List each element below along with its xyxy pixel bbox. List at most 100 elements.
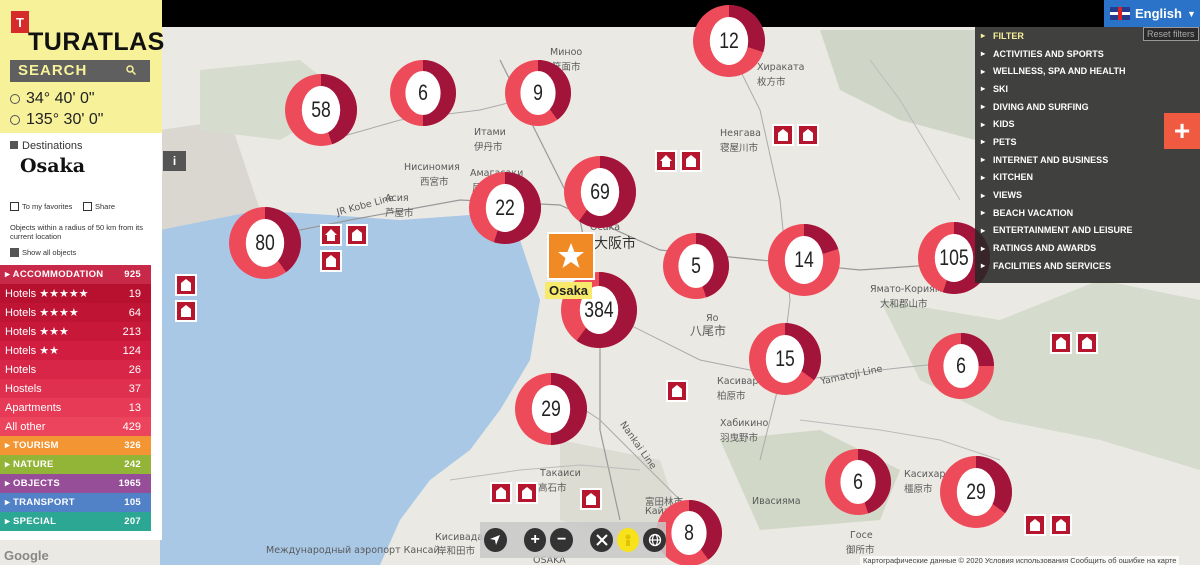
hotel-marker[interactable]	[490, 482, 512, 504]
cluster-marker[interactable]: 80	[229, 207, 301, 279]
category-item[interactable]: Hotels ★★★ 213	[0, 322, 151, 341]
cluster-marker[interactable]: 9	[505, 60, 571, 126]
zoom-out-button[interactable]: −	[550, 528, 573, 552]
cluster-marker[interactable]: 29	[515, 373, 587, 445]
hotel-marker[interactable]	[680, 150, 702, 172]
logo-badge[interactable]: T	[11, 11, 29, 33]
cluster-marker[interactable]: 15	[749, 323, 821, 395]
cluster-marker[interactable]: 14	[768, 224, 840, 296]
map-label: 芦屋市	[385, 208, 414, 219]
street-view-button[interactable]	[616, 528, 640, 552]
filter-item[interactable]: ▸ ENTERTAINMENT AND LEISURE	[975, 222, 1200, 240]
radius-text[interactable]: Objects within a radius of 50 km from it…	[10, 223, 155, 241]
star-icon	[558, 243, 584, 268]
checkbox-icon	[10, 248, 19, 257]
cluster-marker[interactable]: 58	[285, 74, 357, 146]
zoom-in-button[interactable]: +	[523, 528, 547, 552]
hotel-marker[interactable]	[346, 224, 368, 246]
cluster-marker[interactable]: 6	[928, 333, 994, 399]
map-label: 大阪市	[594, 236, 636, 252]
city-label[interactable]: Osaka	[545, 282, 593, 299]
triangle-icon: ▸	[981, 261, 986, 271]
favorites-link[interactable]: To my favorites	[10, 202, 72, 211]
map-label: Международный аэропорт Кансай	[266, 545, 440, 556]
navigation-arrow-icon	[490, 535, 501, 545]
language-selector[interactable]: English ▼	[1104, 0, 1200, 27]
category-special[interactable]: SPECIAL207	[0, 512, 151, 531]
destinations-heading: Destinations	[10, 140, 83, 152]
triangle-icon: ▸	[981, 225, 986, 235]
category-nature[interactable]: NATURE242	[0, 455, 151, 474]
hotel-marker[interactable]	[175, 300, 197, 322]
map-label: 大和郡山市	[880, 299, 928, 310]
search-input[interactable]: SEARCH	[10, 60, 150, 82]
cluster-marker[interactable]: 12	[693, 5, 765, 77]
filter-item[interactable]: ▸ VIEWS	[975, 186, 1200, 204]
cluster-marker[interactable]: 6	[825, 449, 891, 515]
search-icon[interactable]	[126, 65, 136, 75]
hotel-icon	[522, 487, 532, 499]
map-label: Итами	[474, 127, 506, 138]
filter-item[interactable]: ▸ ACTIVITIES AND SPORTS	[975, 45, 1200, 63]
map-label: Госе	[850, 530, 873, 541]
globe-button[interactable]	[643, 528, 666, 552]
hotel-marker[interactable]	[772, 124, 794, 146]
category-item[interactable]: Hotels ★★★★ 64	[0, 303, 151, 322]
city-star-marker[interactable]	[547, 232, 595, 280]
category-item[interactable]: Hotels 26	[0, 360, 151, 379]
filter-item[interactable]: ▸ RATINGS AND AWARDS	[975, 239, 1200, 257]
hotel-marker[interactable]	[320, 224, 342, 246]
logo-text[interactable]: TURATLAS	[28, 28, 165, 57]
category-item[interactable]: Hotels ★★ 124	[0, 341, 151, 360]
filter-item[interactable]: ▸ KITCHEN	[975, 169, 1200, 187]
triangle-icon: ▸	[981, 119, 986, 129]
filter-item[interactable]: ▸ INTERNET AND BUSINESS	[975, 151, 1200, 169]
category-item[interactable]: Hotels ★★★★★ 19	[0, 284, 151, 303]
hotel-icon	[496, 487, 506, 499]
category-tourism[interactable]: TOURISM326	[0, 436, 151, 455]
category-item[interactable]: All other 429	[0, 417, 151, 436]
hotel-marker[interactable]	[1024, 514, 1046, 536]
filter-item[interactable]: ▸ BEACH VACATION	[975, 204, 1200, 222]
filter-panel: ▸ FILTER ▸ ACTIVITIES AND SPORTS ▸ WELLNESS…	[975, 27, 1200, 283]
hotel-marker[interactable]	[666, 380, 688, 402]
map-label: Неягава	[720, 128, 761, 139]
hotel-marker[interactable]	[1050, 514, 1072, 536]
map-label: Кисивада	[435, 532, 484, 543]
cluster-marker[interactable]: 29	[940, 456, 1012, 528]
cluster-marker[interactable]: 69	[564, 156, 636, 228]
hotel-marker[interactable]	[1050, 332, 1072, 354]
map-attribution[interactable]: Картографические данные © 2020 Условия и…	[860, 556, 1180, 565]
hotel-marker[interactable]	[516, 482, 538, 504]
map-label: 羽曳野市	[720, 433, 759, 444]
show-all-checkbox[interactable]: Show all objects	[10, 248, 76, 257]
locate-button[interactable]	[484, 528, 507, 552]
category-item[interactable]: Apartments 13	[0, 398, 151, 417]
info-button[interactable]: i	[163, 151, 186, 171]
expand-plus-button[interactable]: +	[1164, 113, 1200, 149]
map-label: 寝屋川市	[720, 143, 759, 154]
hotel-marker[interactable]	[655, 150, 677, 172]
share-link[interactable]: Share	[83, 202, 115, 211]
hotel-marker[interactable]	[797, 124, 819, 146]
triangle-icon: ▸	[981, 208, 986, 218]
category-objects[interactable]: OBJECTS1965	[0, 474, 151, 493]
category-item[interactable]: Hostels 37	[0, 379, 151, 398]
category-accommodation[interactable]: ACCOMMODATION925	[0, 265, 151, 284]
cluster-marker[interactable]: 22	[469, 172, 541, 244]
hotel-marker[interactable]	[580, 488, 602, 510]
hotel-marker[interactable]	[175, 274, 197, 296]
hotel-marker[interactable]	[1076, 332, 1098, 354]
filter-item[interactable]: ▸ SKI	[975, 80, 1200, 98]
map-label: 西宮市	[420, 177, 449, 188]
category-transport[interactable]: TRANSPORT105	[0, 493, 151, 512]
cluster-marker[interactable]: 5	[663, 233, 729, 299]
hotel-icon	[1082, 337, 1092, 349]
hotel-marker[interactable]	[320, 250, 342, 272]
filter-item[interactable]: ▸ FACILITIES AND SERVICES	[975, 257, 1200, 275]
reset-filters-button[interactable]: Reset filters	[1143, 27, 1199, 41]
triangle-icon: ▸	[981, 84, 986, 94]
filter-item[interactable]: ▸ WELLNESS, SPA AND HEALTH	[975, 62, 1200, 80]
cluster-marker[interactable]: 6	[390, 60, 456, 126]
tools-button[interactable]	[590, 528, 613, 552]
